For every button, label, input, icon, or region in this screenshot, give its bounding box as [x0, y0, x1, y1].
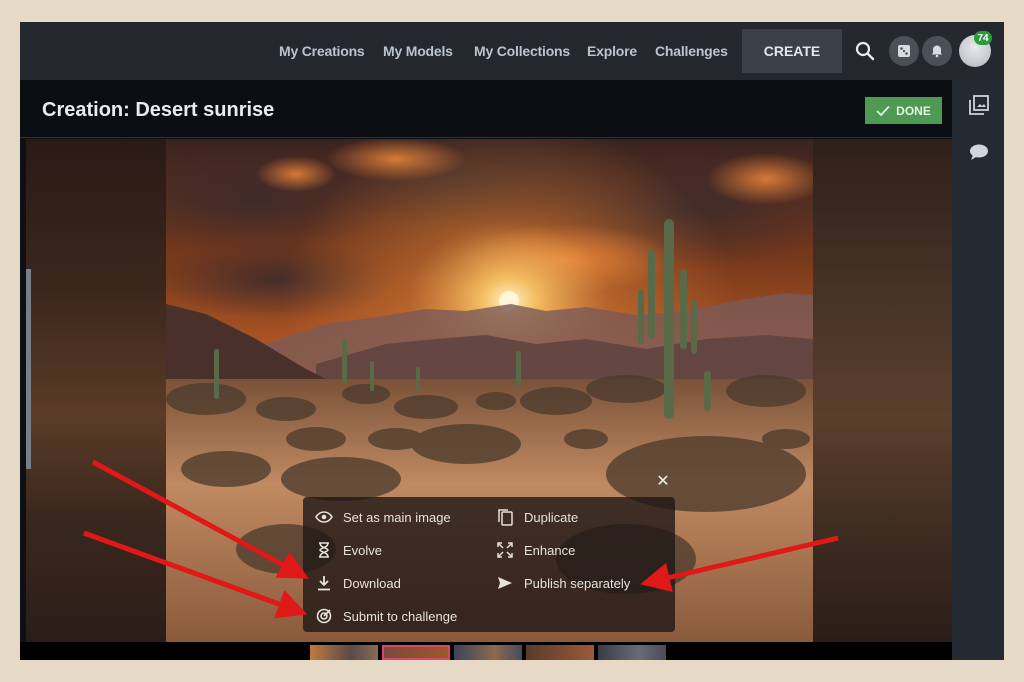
page-header: Creation: Desert sunrise DONE [20, 80, 952, 138]
right-sidebar [952, 80, 1004, 660]
search-icon[interactable] [854, 40, 876, 62]
duplicate-icon [496, 508, 514, 526]
app-window: My Creations My Models My Collections Ex… [20, 22, 1004, 660]
image-actions-menu: Set as main image Duplicate Evolve Enhan… [303, 497, 675, 632]
menu-label: Enhance [524, 542, 576, 558]
blurred-background-left [26, 139, 166, 642]
menu-label: Submit to challenge [343, 608, 458, 624]
thumbnail-2-selected[interactable] [382, 645, 450, 660]
hourglass-icon [315, 541, 333, 559]
menu-evolve[interactable]: Evolve [315, 541, 382, 559]
nav-my-models[interactable]: My Models [383, 43, 453, 59]
thumbnail-5[interactable] [598, 645, 666, 660]
nav-my-creations[interactable]: My Creations [279, 43, 365, 59]
create-button[interactable]: CREATE [742, 29, 842, 73]
download-icon [315, 574, 333, 592]
menu-publish-separately[interactable]: Publish separately [496, 574, 630, 592]
menu-enhance[interactable]: Enhance [496, 541, 575, 559]
bell-icon[interactable] [922, 36, 952, 66]
thumbnail-3[interactable] [454, 645, 522, 660]
gallery-icon[interactable] [968, 94, 990, 116]
menu-label: Evolve [343, 542, 383, 558]
thumbnail-strip [20, 642, 952, 660]
check-icon [876, 105, 890, 116]
menu-set-main-image[interactable]: Set as main image [315, 508, 451, 526]
menu-label: Download [343, 575, 401, 591]
done-button[interactable]: DONE [865, 97, 942, 124]
nav-challenges[interactable]: Challenges [655, 43, 728, 59]
menu-label: Set as main image [343, 509, 451, 525]
menu-label: Publish separately [524, 575, 631, 591]
dice-icon[interactable] [889, 36, 919, 66]
blurred-background-right [813, 139, 952, 642]
menu-submit-to-challenge[interactable]: Submit to challenge [315, 607, 457, 625]
menu-download[interactable]: Download [315, 574, 401, 592]
menu-duplicate[interactable]: Duplicate [496, 508, 578, 526]
thumbnail-1[interactable] [310, 645, 378, 660]
nav-explore[interactable]: Explore [587, 43, 637, 59]
nav-my-collections[interactable]: My Collections [474, 43, 570, 59]
scrollbar-left[interactable] [26, 269, 31, 469]
top-nav: My Creations My Models My Collections Ex… [20, 22, 1004, 80]
eye-icon [315, 508, 333, 526]
page-title: Creation: Desert sunrise [42, 99, 275, 121]
send-icon [496, 574, 514, 592]
thumbnail-4[interactable] [526, 645, 594, 660]
enhance-icon [496, 541, 514, 559]
notification-badge: 74 [974, 31, 992, 45]
close-icon[interactable]: ✕ [653, 471, 673, 491]
target-icon [315, 607, 333, 625]
menu-label: Duplicate [524, 509, 579, 525]
done-label: DONE [896, 103, 931, 118]
comment-icon[interactable] [968, 142, 990, 164]
